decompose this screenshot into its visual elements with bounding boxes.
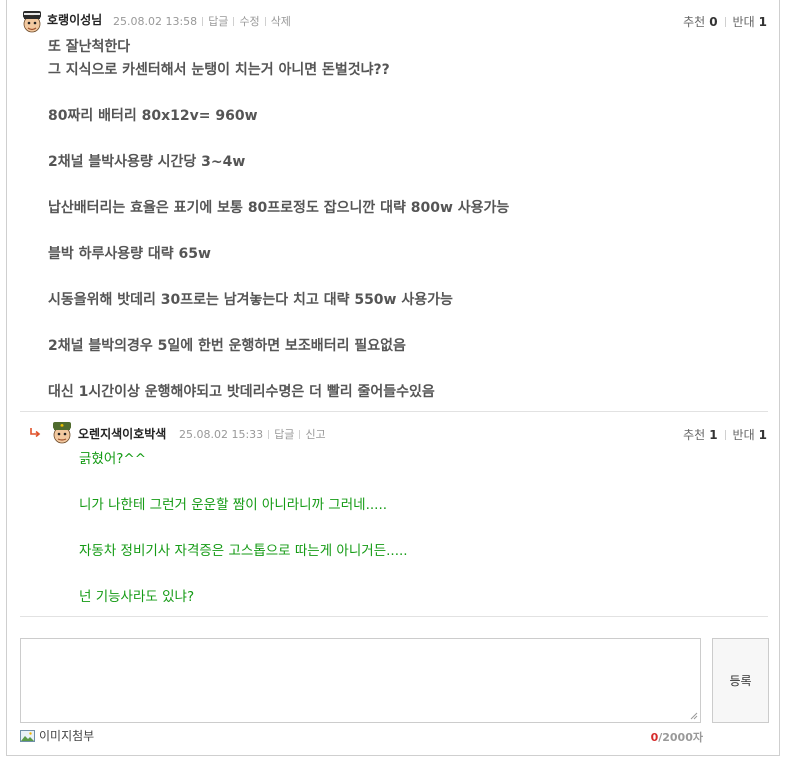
comment-author-name[interactable]: 호랭이성님 <box>47 11 102 28</box>
user-avatar-icon[interactable] <box>50 421 74 445</box>
divider <box>233 16 235 26</box>
divider <box>299 429 301 439</box>
comment-text-line: 대신 1시간이상 운행해야되고 밧데리수명은 더 빨리 줄어들수있음 <box>48 384 435 400</box>
report-button[interactable]: 신고 <box>305 426 325 442</box>
comment-divider <box>20 616 768 617</box>
divider <box>724 16 726 27</box>
comment-date: 25.08.02 15:33 <box>179 427 264 441</box>
recommend-count: 1 <box>709 428 718 442</box>
recommend-label: 추천 <box>683 428 706 442</box>
reply-button[interactable]: 답글 <box>208 13 228 29</box>
attach-image-button[interactable]: 이미지첨부 <box>20 727 94 744</box>
oppose-button[interactable]: 반대 1 <box>733 426 767 443</box>
char-counter: 0/2000자 <box>651 729 703 745</box>
resize-handle-icon[interactable] <box>690 712 698 720</box>
comment-text-line: 2채널 블박사용량 시간당 3~4w <box>48 154 246 170</box>
comment-text-line: 블박 하루사용량 대략 65w <box>48 246 211 262</box>
image-icon <box>20 729 35 742</box>
oppose-button[interactable]: 반대 1 <box>733 13 767 30</box>
recommend-button[interactable]: 추천 1 <box>683 426 717 443</box>
comment-meta: 25.08.02 13:58 답글 수정 삭제 <box>113 13 291 29</box>
comment-text-line: 그 지식으로 카센터해서 눈탱이 치는거 아니면 돈벌것냐?? <box>48 62 390 78</box>
delete-button[interactable]: 삭제 <box>271 13 291 29</box>
divider <box>264 16 266 26</box>
comment-text-line: 시동을위해 밧데리 30프로는 남겨놓는다 치고 대략 550w 사용가능 <box>48 292 453 308</box>
comment-text-line: 2채널 블박의경우 5일에 한번 운행하면 보조배터리 필요없음 <box>48 338 406 354</box>
recommend-count: 0 <box>709 15 718 29</box>
char-max: /2000자 <box>658 731 703 744</box>
comment-divider <box>20 411 768 412</box>
comment-text-line: 니가 나한테 그런거 운운할 짬이 아니라니까 그러네..... <box>79 497 388 513</box>
comment-text-line: 넌 기능사라도 있냐? <box>79 589 195 605</box>
edit-button[interactable]: 수정 <box>239 13 259 29</box>
recommend-label: 추천 <box>683 15 706 29</box>
oppose-count: 1 <box>758 15 767 29</box>
recommend-button[interactable]: 추천 0 <box>683 13 717 30</box>
comment-votes: 추천 0 반대 1 <box>683 13 767 30</box>
comment-text-line: 80짜리 배터리 80x12v= 960w <box>48 108 258 124</box>
comment-author-name[interactable]: 오렌지색이호박색 <box>78 425 166 442</box>
oppose-label: 반대 <box>732 15 755 29</box>
comment-votes: 추천 1 반대 1 <box>683 426 767 443</box>
submit-button[interactable]: 등록 <box>712 638 769 723</box>
divider <box>268 429 270 439</box>
reply-button[interactable]: 답글 <box>274 426 294 442</box>
comment-text-line: 납산배터리는 효율은 표기에 보통 80프로정도 잡으니깐 대략 800w 사용… <box>48 200 510 216</box>
comment-text-line: 또 잘난척한다 <box>48 39 131 55</box>
oppose-label: 반대 <box>732 428 755 442</box>
divider <box>202 16 204 26</box>
comment-text-line: 긁혔어?^^ <box>79 451 147 467</box>
comment-text-line: 자동차 정비기사 자격증은 고스톱으로 따는게 아니거든..... <box>79 543 408 559</box>
attach-image-label: 이미지첨부 <box>39 729 95 743</box>
comment-date: 25.08.02 13:58 <box>113 14 198 28</box>
user-avatar-icon[interactable] <box>20 10 44 34</box>
comment-input[interactable] <box>20 638 701 723</box>
oppose-count: 1 <box>758 428 767 442</box>
comment-meta: 25.08.02 15:33 답글 신고 <box>179 426 326 442</box>
divider <box>724 429 726 440</box>
reply-arrow-icon <box>30 428 41 438</box>
